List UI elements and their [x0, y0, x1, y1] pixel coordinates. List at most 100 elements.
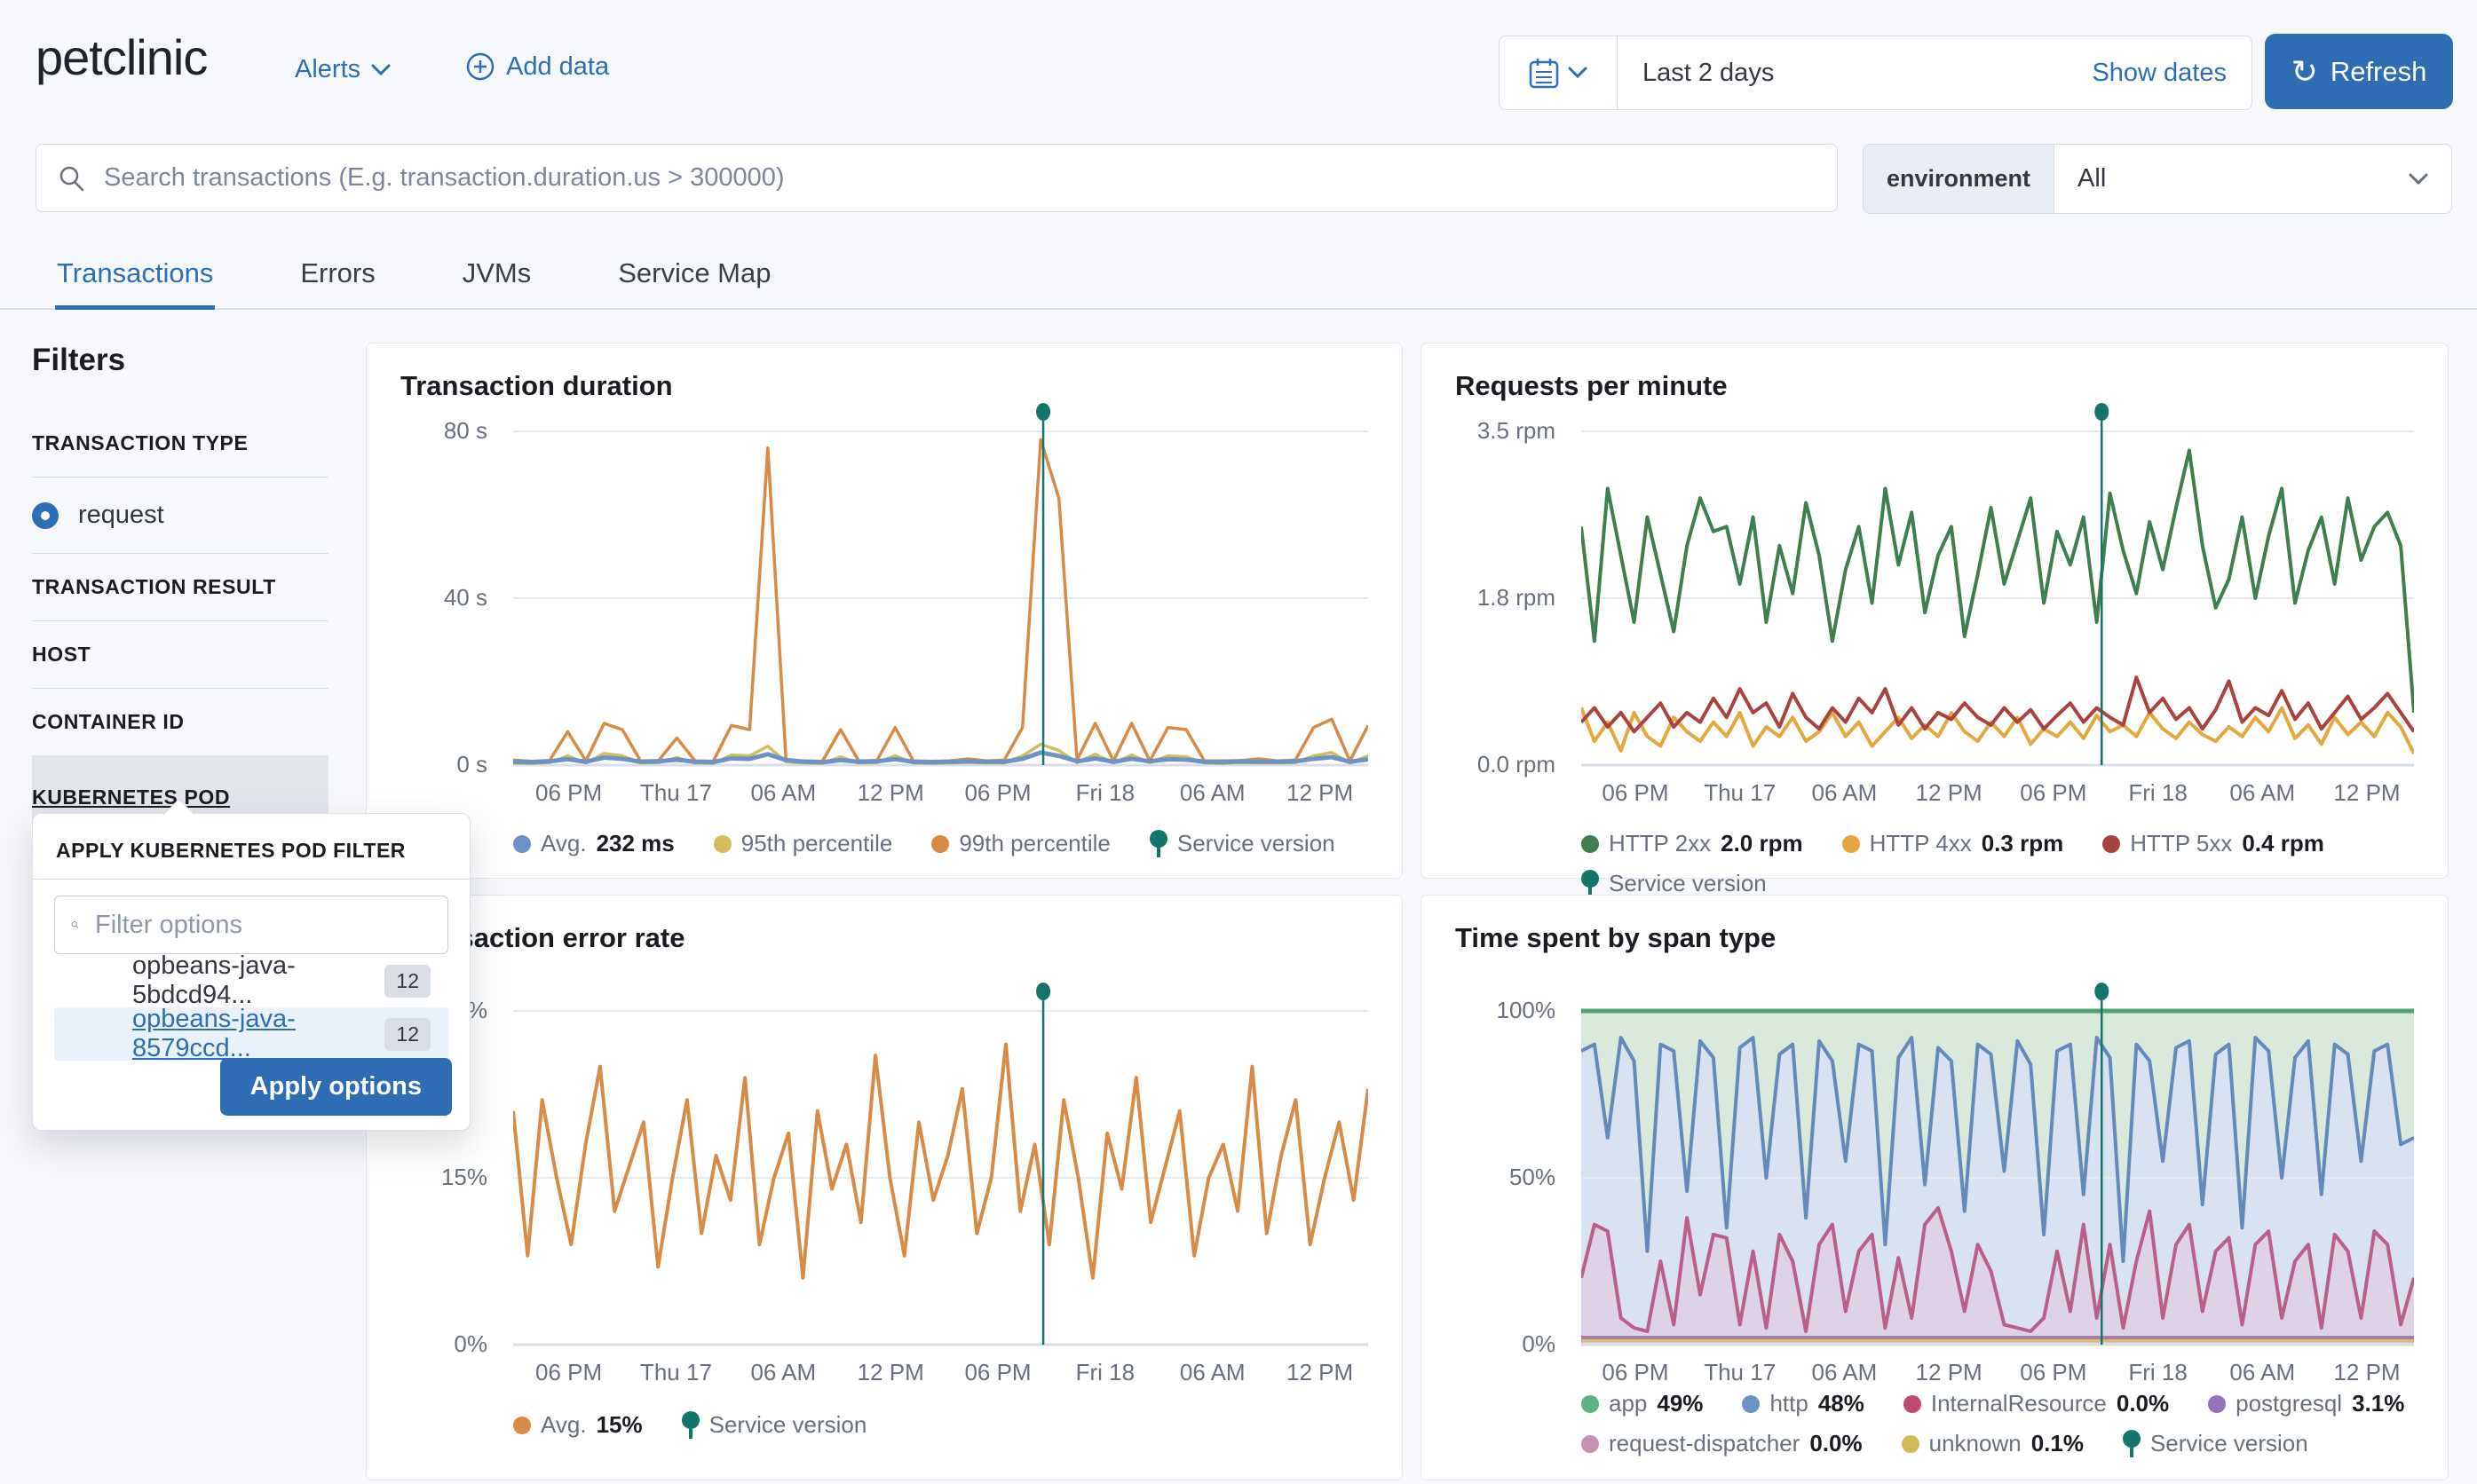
radio-selected-icon[interactable]	[32, 502, 59, 529]
add-data-label: Add data	[506, 52, 609, 82]
chart-legend: app49% http48% InternalResource 0.0% postgre…	[1581, 1390, 2451, 1457]
legend-value: 0.0%	[2117, 1390, 2169, 1417]
line-chart	[513, 397, 1368, 787]
chart-title: Time spent by span type	[1455, 922, 1776, 954]
tab-jvms[interactable]: JVMs	[463, 238, 532, 308]
series-color-dot	[513, 835, 531, 853]
chart-area: 30%15%0% 06 PMThu 1706 AM12 PM06 PMFri 1…	[367, 976, 1402, 1481]
legend-item-service-version[interactable]: Service version	[1150, 830, 1335, 857]
requests-per-minute-card: Requests per minute 3.5 rpm1.8 rpm0.0 rp…	[1421, 343, 2449, 879]
filter-section-container-id[interactable]: CONTAINER ID	[32, 689, 328, 755]
legend-value: 49%	[1657, 1390, 1703, 1417]
legend-value: 0.0%	[1809, 1430, 1862, 1457]
legend-item[interactable]: request-dispatcher 0.0%	[1581, 1430, 1863, 1457]
refresh-button[interactable]: ↻ Refresh	[2265, 34, 2453, 109]
tab-service-map[interactable]: Service Map	[618, 238, 771, 308]
alerts-menu[interactable]: Alerts	[295, 55, 391, 84]
x-tick-label: 12 PM	[828, 1359, 953, 1386]
tabs-bar: Transactions Errors JVMs Service Map	[0, 238, 2477, 310]
pod-option-2[interactable]: opbeans-java-8579ccd... 12	[54, 1007, 448, 1061]
filters-title: Filters	[32, 343, 328, 378]
chart-area: 100%50%0% 06 PMThu 1706 AM12 PM06 PMFri …	[1421, 976, 2448, 1481]
filter-section-transaction-result[interactable]: TRANSACTION RESULT	[32, 554, 328, 620]
service-version-pin-icon	[1581, 870, 1599, 897]
x-tick-label: 06 PM	[936, 779, 1060, 807]
filter-section-transaction-type[interactable]: TRANSACTION TYPE	[32, 410, 328, 477]
filter-section-host[interactable]: HOST	[32, 621, 328, 688]
legend-item[interactable]: 95th percentile	[714, 830, 893, 857]
legend-item-service-version[interactable]: Service version	[682, 1411, 867, 1439]
legend-label: request-dispatcher	[1609, 1430, 1800, 1457]
filters-panel: Filters TRANSACTION TYPE request TRANSAC…	[32, 343, 328, 840]
legend-item[interactable]: app49%	[1581, 1390, 1703, 1417]
legend-label: 99th percentile	[959, 830, 1111, 857]
legend-item[interactable]: postgresql3.1%	[2208, 1390, 2404, 1417]
filter-option-request[interactable]: request	[32, 478, 328, 553]
series-color-dot	[1581, 1435, 1599, 1453]
legend-item[interactable]: HTTP 2xx2.0 rpm	[1581, 830, 1803, 857]
kubernetes-pod-filter-popup: APPLY KUBERNETES POD FILTER opbeans-java…	[32, 813, 471, 1131]
legend-value: 2.0 rpm	[1721, 830, 1803, 857]
tab-transactions[interactable]: Transactions	[57, 238, 213, 308]
service-version-pin-icon	[682, 1411, 700, 1439]
popup-title: APPLY KUBERNETES POD FILTER	[56, 839, 448, 863]
legend-item-service-version[interactable]: Service version	[1581, 870, 1767, 897]
y-tick-label: 50%	[1509, 1164, 1555, 1191]
chevron-down-icon	[1568, 67, 1587, 79]
x-tick-label: 12 PM	[2305, 1359, 2429, 1386]
legend-item[interactable]: Avg. 232 ms	[513, 830, 675, 857]
environment-label: environment	[1864, 145, 2054, 213]
calendar-icon	[1529, 57, 1559, 89]
x-tick-label: 06 PM	[936, 1359, 1060, 1386]
legend-item[interactable]: unknown0.1%	[1902, 1430, 2084, 1457]
x-tick-label: Thu 17	[613, 1359, 738, 1386]
series-color-dot	[1581, 1395, 1599, 1413]
tab-errors[interactable]: Errors	[300, 238, 375, 308]
legend-item[interactable]: HTTP 4xx0.3 rpm	[1842, 830, 2064, 857]
pod-option-1[interactable]: opbeans-java-5bdcd94... 12	[54, 954, 448, 1007]
series-color-dot	[2208, 1395, 2226, 1413]
legend-item[interactable]: 99th percentile	[931, 830, 1111, 857]
legend-item[interactable]: HTTP 5xx0.4 rpm	[2102, 830, 2324, 857]
legend-value: 232 ms	[597, 830, 675, 857]
chart-legend: HTTP 2xx2.0 rpm HTTP 4xx0.3 rpm HTTP 5xx0.…	[1581, 830, 2442, 897]
time-spent-by-span-type-card: Time spent by span type 100%50%0% 06 PMT…	[1421, 895, 2449, 1480]
environment-select[interactable]: All	[2054, 145, 2451, 213]
search-transactions-input[interactable]	[102, 162, 1816, 193]
legend-value: 3.1%	[2352, 1390, 2404, 1417]
y-tick-label: 15%	[441, 1164, 487, 1191]
popup-search-bar	[54, 896, 448, 954]
legend-label: Avg.	[541, 830, 587, 857]
filter-options-input[interactable]	[93, 910, 431, 941]
legend-label: InternalResource	[1931, 1390, 2107, 1417]
legend-item[interactable]: InternalResource 0.0%	[1903, 1390, 2169, 1417]
legend-item[interactable]: Avg.15%	[513, 1411, 643, 1439]
count-badge: 12	[384, 965, 431, 998]
y-tick-label: 0 s	[456, 751, 487, 778]
x-tick-label: 06 PM	[507, 1359, 631, 1386]
x-tick-label: 12 PM	[1258, 1359, 1382, 1386]
legend-label: 95th percentile	[741, 830, 893, 857]
x-tick-label: 12 PM	[828, 779, 953, 807]
y-tick-label: 100%	[1497, 997, 1556, 1024]
legend-item[interactable]: http48%	[1742, 1390, 1864, 1417]
series-color-dot	[2102, 835, 2120, 853]
chart-legend: Avg.15% Service version	[513, 1411, 1401, 1439]
transaction-error-rate-card: Transaction error rate 30%15%0% 06 PMThu…	[366, 895, 1403, 1480]
apply-options-button[interactable]: Apply options	[220, 1058, 452, 1116]
time-range-value[interactable]: Last 2 days Show dates	[1618, 36, 2251, 109]
y-tick-label: 0%	[454, 1330, 487, 1358]
legend-value: 0.1%	[2031, 1430, 2084, 1457]
alerts-label: Alerts	[295, 55, 360, 84]
refresh-icon: ↻	[2291, 56, 2318, 88]
x-tick-label: 06 AM	[1151, 779, 1275, 807]
y-tick-label: 40 s	[444, 584, 487, 612]
legend-label: Service version	[2150, 1430, 2308, 1457]
calendar-dropdown-button[interactable]	[1500, 36, 1618, 109]
show-dates-link[interactable]: Show dates	[2092, 59, 2227, 88]
add-data-button[interactable]: Add data	[465, 51, 609, 82]
legend-label: Service version	[709, 1411, 867, 1439]
legend-item-service-version[interactable]: Service version	[2123, 1430, 2308, 1457]
environment-select-group: environment All	[1863, 144, 2452, 214]
series-color-dot	[714, 835, 732, 853]
